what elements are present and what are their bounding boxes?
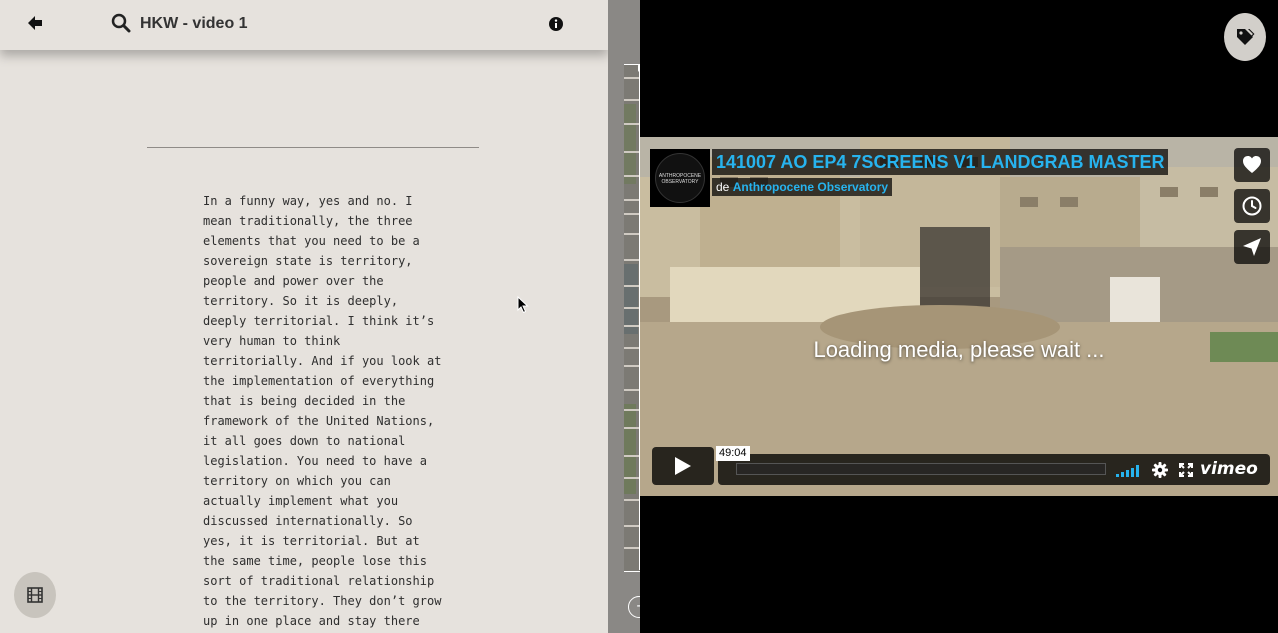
play-icon [675,457,691,475]
transcript-pane: HKW - video 1 In a funny way, yes and no… [0,0,608,633]
share-button[interactable] [1234,230,1270,264]
transcript-line: deeply territorial. I think it’s [203,314,435,328]
transcript-line: legislation. You need to have a [203,454,427,468]
transcript-line: people and power over the [203,274,384,288]
loading-message: Loading media, please wait ... [813,337,1105,362]
video-byline: de Anthropocene Observatory [712,178,893,196]
top-toolbar: HKW - video 1 [0,0,608,50]
info-button[interactable] [548,16,564,32]
time-tooltip: 49:04 [716,446,750,461]
play-button[interactable] [652,447,714,485]
tags-button[interactable] [1224,13,1266,61]
arrow-left-icon [28,16,42,30]
fullscreen-icon [1179,463,1193,477]
section-divider [147,147,479,148]
author-link[interactable]: Anthropocene Observatory [733,180,888,194]
settings-button[interactable] [1152,462,1168,478]
channel-logo-text: ANTHROPOCENE OBSERVATORY [658,173,702,185]
transcript-line: it all goes down to national [203,434,406,448]
gear-icon [1152,462,1168,478]
fullscreen-button[interactable] [1179,463,1193,477]
volume-bars-icon [1116,465,1139,477]
search-button[interactable] [110,12,132,34]
transcript-line: mean traditionally, the three [203,214,413,228]
byline-prefix: de [716,180,730,194]
transcript-line: the same time, people lose this [203,554,427,568]
transcript-line: to the territory. They don’t grow [203,594,442,608]
transcript-text: In a funny way, yes and no. I mean tradit… [203,191,443,631]
transcript-line: up in one place and stay there [203,614,420,628]
transcript-line: territory on which you can [203,474,391,488]
transcript-line: In a funny way, yes and no. I [203,194,413,208]
info-icon [549,17,563,31]
tag-icon [1237,29,1255,45]
transcript-line: elements that you need to be a [203,234,420,248]
send-icon [1243,238,1261,256]
back-button[interactable] [24,12,46,34]
page-title: HKW - video 1 [140,15,248,32]
video-title-link[interactable]: 141007 AO EP4 7SCREENS V1 LANDGRAB MASTE… [712,149,1169,175]
vimeo-logo[interactable]: vimeo [1200,458,1258,480]
transcript-line: framework of the United Nations, [203,414,435,428]
mouse-cursor-icon [517,295,529,314]
transcript-line: very human to think [203,334,341,348]
channel-logo[interactable]: ANTHROPOCENE OBSERVATORY [650,149,710,207]
like-button[interactable] [1234,148,1270,182]
transcript-line: that is being decided in the [203,394,406,408]
heart-icon [1243,156,1261,173]
volume-control[interactable] [1116,464,1140,477]
watch-later-button[interactable] [1234,189,1270,223]
film-icon [27,587,43,603]
transcript-line: territorially. And if you look at [203,354,442,368]
film-toggle-button[interactable] [14,572,56,618]
transcript-line: discussed internationally. So [203,514,413,528]
transcript-line: sort of traditional relationship [203,574,435,588]
transcript-line: sovereign state is territory, [203,254,413,268]
transcript-line: actually implement what you [203,494,399,508]
clock-icon [1242,196,1262,216]
progress-bar[interactable] [736,463,1106,475]
search-icon [111,13,131,33]
transcript-line: yes, it is territorial. But at [203,534,420,548]
transcript-line: the implementation of everything [203,374,435,388]
transcript-line: territory. So it is deeply, [203,294,399,308]
